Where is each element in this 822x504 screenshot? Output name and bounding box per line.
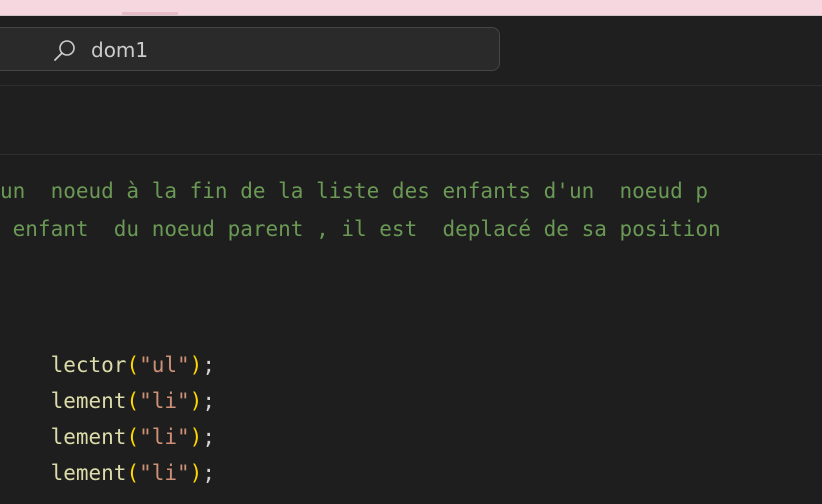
title-bar: dom1 [0, 16, 822, 86]
search-label: dom1 [91, 38, 149, 62]
code-editor[interactable]: un noeud à la fin de la liste des enfant… [0, 155, 822, 504]
code-line: lement("li"); [0, 431, 215, 485]
code-line: lement("li"); [0, 395, 215, 449]
semicolon: ; [202, 461, 215, 485]
function-name: lement [50, 461, 127, 485]
search-icon [53, 38, 77, 62]
close-paren: ) [189, 461, 203, 485]
string-literal: "li" [139, 461, 190, 485]
command-center-search[interactable]: dom1 [0, 27, 500, 71]
editor-tab-bar [0, 86, 822, 155]
code-line: lement("li"); [0, 359, 215, 413]
code-line: lector("ul"); [0, 323, 215, 377]
comment-line: enfant du noeud parent , il est deplacé … [0, 217, 721, 241]
top-window-strip [0, 0, 822, 16]
open-paren: ( [126, 461, 140, 485]
comment-line: un noeud à la fin de la liste des enfant… [0, 179, 709, 203]
tab-indicator [122, 12, 178, 15]
